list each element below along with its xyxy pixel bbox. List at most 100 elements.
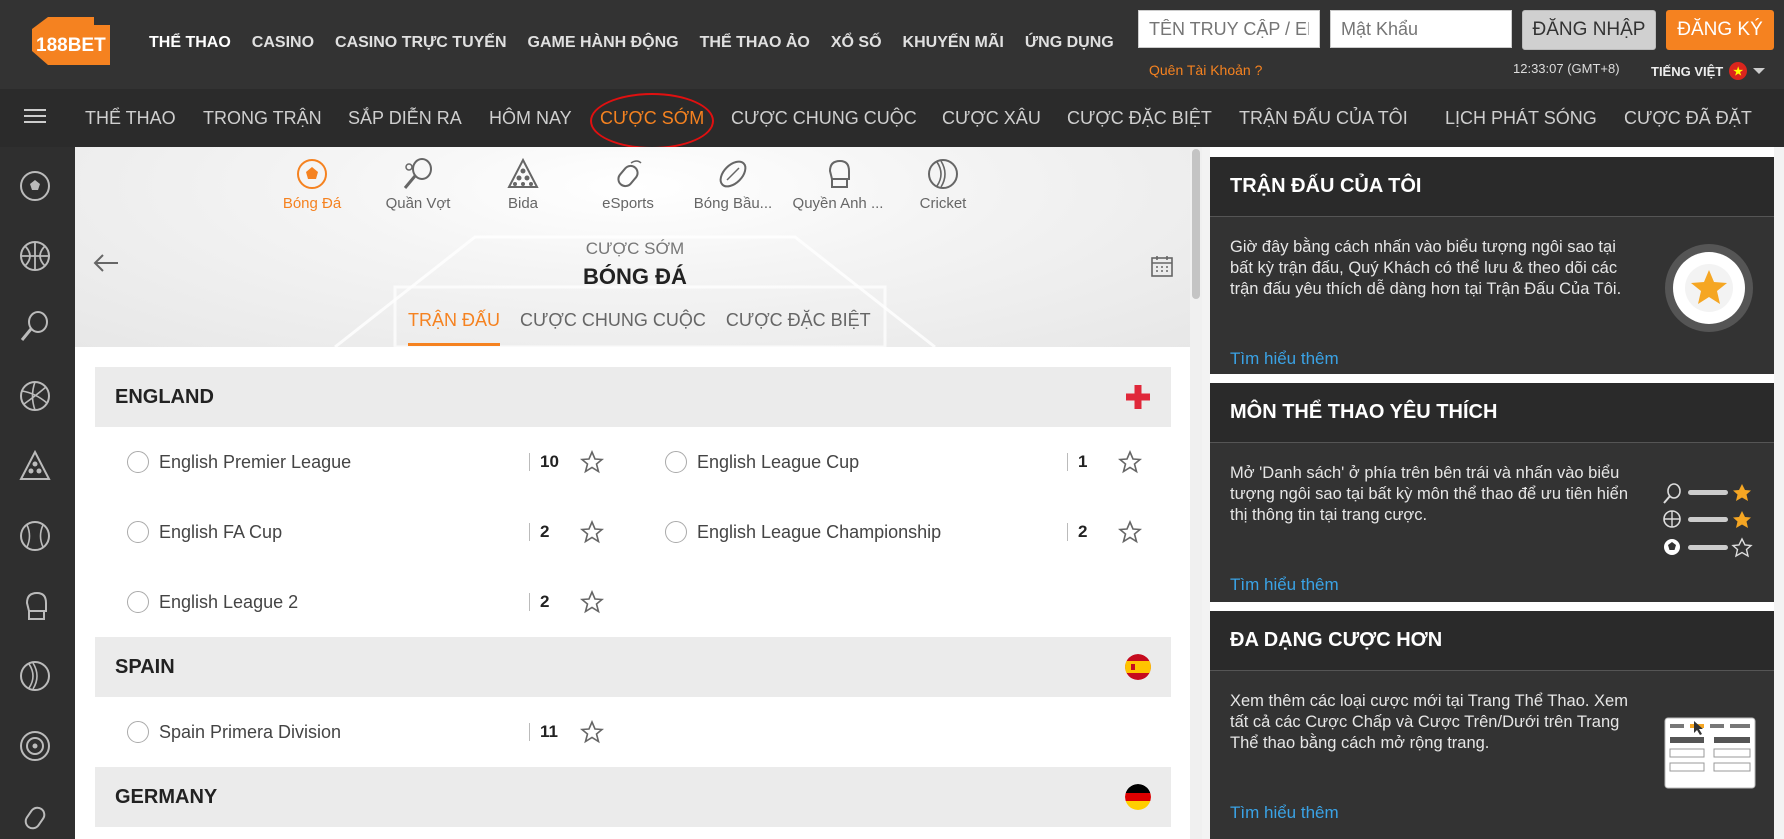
league-count: 10	[540, 452, 559, 471]
logo-text: 188BET	[36, 35, 106, 56]
subnav-cuoc-xau[interactable]: CƯỢC XÂU	[942, 108, 1041, 129]
country-header-england[interactable]: ENGLAND	[95, 367, 1171, 427]
nav-the-thao[interactable]: THỂ THAO	[149, 34, 231, 52]
divider	[1067, 523, 1068, 541]
nav-xo-so[interactable]: XỔ SỐ	[831, 34, 882, 52]
league-radio[interactable]	[127, 721, 149, 743]
card-text: Giờ đây bằng cách nhấn vào biểu tượng ng…	[1230, 238, 1622, 298]
sport-tab-cricket[interactable]: Cricket	[893, 157, 993, 212]
league-radio[interactable]	[665, 451, 687, 473]
league-item[interactable]: English FA Cup 2	[127, 512, 617, 552]
darts-icon[interactable]	[18, 729, 52, 763]
league-radio[interactable]	[127, 451, 149, 473]
sport-tab-boxing[interactable]: Quyền Anh ...	[788, 157, 888, 212]
country-header-germany[interactable]: GERMANY	[95, 767, 1171, 827]
billiards-icon	[507, 157, 539, 188]
country-name: GERMANY	[115, 785, 218, 808]
league-item[interactable]: English League Championship 2	[665, 512, 1155, 552]
boxing-icon[interactable]	[18, 589, 52, 623]
star-icon[interactable]	[580, 450, 604, 474]
league-item[interactable]: English League Cup 1	[665, 442, 1155, 482]
esports-icon[interactable]	[18, 799, 52, 833]
league-item[interactable]: English League 2 2	[127, 582, 617, 622]
menu-icon[interactable]	[24, 109, 46, 125]
learn-more-link[interactable]: Tìm hiểu thêm	[1230, 349, 1339, 369]
username-input[interactable]	[1138, 10, 1320, 48]
league-radio[interactable]	[127, 521, 149, 543]
nav-the-thao-ao[interactable]: THỂ THAO ẢO	[700, 34, 810, 52]
subnav-cuoc-chung-cuoc[interactable]: CƯỢC CHUNG CUỘC	[731, 108, 917, 129]
nav-casino[interactable]: CASINO	[252, 34, 314, 52]
league-item[interactable]: Spain Primera Division 11	[127, 712, 617, 752]
password-input[interactable]	[1330, 10, 1512, 48]
nav-game-hanh-dong[interactable]: GAME HÀNH ĐỘNG	[528, 34, 679, 52]
card-text: Mở 'Danh sách' ở phía trên bên trái và n…	[1230, 464, 1628, 524]
subnav-the-thao[interactable]: THỂ THAO	[85, 108, 176, 129]
chevron-down-icon	[1753, 68, 1766, 74]
sport-tab-label: eSports	[602, 195, 654, 212]
star-badge-icon	[1665, 244, 1753, 332]
rugby-icon	[719, 160, 747, 188]
sport-tab-soccer[interactable]: Bóng Đá	[262, 157, 362, 212]
tab-cuoc-chung-cuoc[interactable]: CƯỢC CHUNG CUỘC	[520, 310, 706, 346]
league-count: 1	[1078, 452, 1088, 471]
vietnam-flag-icon: ★	[1729, 62, 1748, 80]
login-button[interactable]: ĐĂNG NHẬP	[1522, 10, 1656, 50]
divider	[529, 723, 530, 741]
card-more-bets: ĐA DẠNG CƯỢC HƠN Xem thêm các loại cược …	[1210, 611, 1774, 839]
sport-tab-label: Quần Vợt	[385, 195, 451, 212]
sport-tab-label: Bóng Đá	[282, 195, 342, 212]
billiards-icon[interactable]	[18, 449, 52, 483]
sport-tab-esports[interactable]: eSports	[578, 157, 678, 212]
nav-ung-dung[interactable]: ỨNG DỤNG	[1025, 34, 1114, 52]
league-radio[interactable]	[127, 591, 149, 613]
star-icon[interactable]	[1118, 450, 1142, 474]
subnav-trong-tran[interactable]: TRONG TRẬN	[203, 108, 322, 129]
sport-tab-tennis[interactable]: Quần Vợt	[368, 157, 468, 212]
subnav-cuoc-dac-biet[interactable]: CƯỢC ĐẶC BIỆT	[1067, 108, 1212, 129]
favorite-sports-illustration	[1663, 483, 1753, 558]
league-count: 11	[540, 722, 558, 741]
tab-cuoc-dac-biet[interactable]: CƯỢC ĐẶC BIỆT	[726, 310, 871, 346]
learn-more-link[interactable]: Tìm hiểu thêm	[1230, 803, 1339, 823]
baseball-icon[interactable]	[18, 519, 52, 553]
subnav-hom-nay[interactable]: HÔM NAY	[489, 108, 572, 129]
star-icon[interactable]	[1118, 520, 1142, 544]
main-scrollbar[interactable]	[1190, 147, 1202, 839]
league-name: English Premier League	[159, 451, 352, 472]
volleyball-icon[interactable]	[18, 379, 52, 413]
sports-sidebar	[0, 147, 75, 839]
hero-banner: Bóng Đá Quần Vợt Bida eSports Bóng Bầu..…	[75, 147, 1195, 347]
star-icon[interactable]	[580, 520, 604, 544]
sport-tab-rugby[interactable]: Bóng Bầu...	[683, 157, 783, 212]
cricket-icon[interactable]	[18, 659, 52, 693]
subnav-tran-dau-cua-toi[interactable]: TRẬN ĐẤU CỦA TÔI	[1239, 108, 1408, 129]
card-title: MÔN THỂ THAO YÊU THÍCH	[1210, 383, 1774, 443]
subnav-cuoc-da-dat[interactable]: CƯỢC ĐÃ ĐẶT	[1624, 108, 1752, 129]
forgot-account-link[interactable]: Quên Tài Khoản ?	[1149, 62, 1262, 78]
tennis-icon[interactable]	[18, 309, 52, 343]
nav-khuyen-mai[interactable]: KHUYẾN MÃI	[903, 34, 1004, 52]
league-count: 2	[1078, 522, 1088, 541]
sport-tab-billiards[interactable]: Bida	[473, 157, 573, 212]
language-selector[interactable]: TIẾNG VIỆT ★	[1651, 62, 1766, 80]
nav-casino-truc-tuyen[interactable]: CASINO TRỰC TUYẾN	[335, 34, 507, 52]
top-bar: 188BET THỂ THAO CASINO CASINO TRỰC TUYẾN…	[0, 0, 1784, 89]
basketball-icon[interactable]	[18, 239, 52, 273]
subnav-cuoc-som[interactable]: CƯỢC SỚM	[600, 108, 704, 129]
league-radio[interactable]	[665, 521, 687, 543]
star-icon[interactable]	[580, 720, 604, 744]
register-button[interactable]: ĐĂNG KÝ	[1666, 10, 1774, 50]
subnav-sap-dien-ra[interactable]: SẮP DIỄN RA	[348, 108, 462, 129]
logo-188bet[interactable]: 188BET	[30, 15, 112, 70]
scrollbar-thumb[interactable]	[1192, 149, 1200, 299]
subnav-lich-phat-song[interactable]: LỊCH PHÁT SÓNG	[1445, 108, 1597, 129]
star-icon[interactable]	[580, 590, 604, 614]
learn-more-link[interactable]: Tìm hiểu thêm	[1230, 575, 1339, 595]
cricket-icon	[928, 159, 958, 189]
soccer-icon[interactable]	[18, 169, 52, 203]
league-item[interactable]: English Premier League 10	[127, 442, 617, 482]
hero-title: BÓNG ĐÁ	[583, 264, 687, 289]
tab-tran-dau[interactable]: TRẬN ĐẤU	[408, 310, 501, 346]
country-header-spain[interactable]: SPAIN	[95, 637, 1171, 697]
